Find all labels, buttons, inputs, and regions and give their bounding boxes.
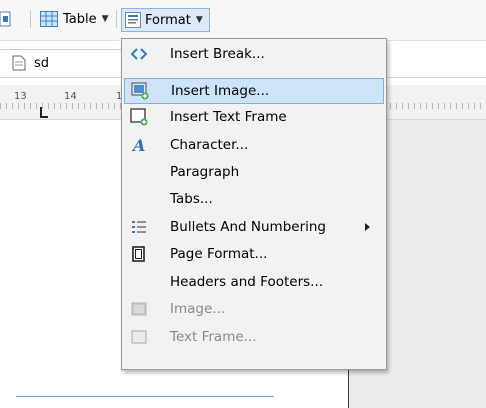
menu-item-insert-break[interactable]: Insert Break...	[124, 41, 384, 67]
menu-item-label: Insert Text Frame	[170, 109, 287, 125]
indent-marker[interactable]	[40, 107, 48, 118]
bullets-icon	[130, 218, 148, 236]
menu-item-label: Insert Break...	[170, 46, 265, 62]
format-menu-button[interactable]: Format ▼	[121, 8, 210, 32]
menu-item-label: Paragraph	[170, 164, 240, 180]
insert-text-frame-icon	[130, 108, 148, 126]
chevron-down-icon: ▼	[101, 14, 109, 24]
text-frame-disabled-icon	[130, 328, 148, 346]
table-icon	[40, 11, 58, 27]
ruler-number: 14	[64, 91, 77, 102]
toolbar-separator	[116, 10, 117, 28]
menu-item-paragraph[interactable]: Paragraph	[124, 159, 384, 185]
table-menu-button[interactable]: Table ▼	[40, 8, 109, 30]
insert-image-icon	[131, 82, 149, 100]
menu-item-label: Text Frame...	[170, 329, 257, 345]
menu-item-label: Character...	[170, 137, 249, 153]
chevron-down-icon: ▼	[195, 15, 203, 25]
submenu-arrow-icon	[365, 223, 370, 231]
menu-item-character[interactable]: A Character...	[124, 132, 384, 158]
text-underline	[16, 396, 274, 397]
menu-item-label: Bullets And Numbering	[170, 219, 327, 235]
document-tab-label: sd	[34, 55, 50, 71]
format-icon	[125, 12, 141, 28]
image-disabled-icon	[130, 300, 148, 318]
page-format-icon	[130, 245, 148, 263]
toolbar-separator	[30, 10, 31, 28]
menu-item-text-frame: Text Frame...	[124, 324, 384, 350]
format-menu-label: Format	[145, 12, 191, 28]
toolbar-partial-icon[interactable]	[0, 8, 14, 30]
menu-item-image: Image...	[124, 296, 384, 322]
menu-item-insert-image[interactable]: Insert Image...	[124, 78, 384, 104]
menu-item-label: Image...	[170, 301, 226, 317]
svg-text:A: A	[131, 137, 145, 153]
character-a-icon: A	[130, 136, 148, 154]
menu-item-label: Insert Image...	[171, 83, 270, 99]
menu-item-bullets-and-numbering[interactable]: Bullets And Numbering	[124, 214, 384, 240]
menu-item-page-format[interactable]: Page Format...	[124, 241, 384, 267]
menu-item-label: Page Format...	[170, 246, 268, 262]
menu-item-insert-text-frame[interactable]: Insert Text Frame	[124, 104, 384, 130]
table-menu-label: Table	[63, 11, 97, 27]
menu-item-tabs[interactable]: Tabs...	[124, 186, 384, 212]
menu-item-label: Headers and Footers...	[170, 274, 324, 290]
ruler-number: 13	[14, 91, 27, 102]
menu-item-headers-and-footers[interactable]: Headers and Footers...	[124, 269, 384, 295]
main-toolbar: Table ▼ Format ▼	[0, 0, 486, 41]
menu-item-label: Tabs...	[170, 191, 213, 207]
document-icon	[12, 55, 26, 71]
format-dropdown-menu: Insert Break... Insert Image... Insert T…	[121, 38, 387, 370]
code-brackets-icon	[130, 45, 148, 63]
